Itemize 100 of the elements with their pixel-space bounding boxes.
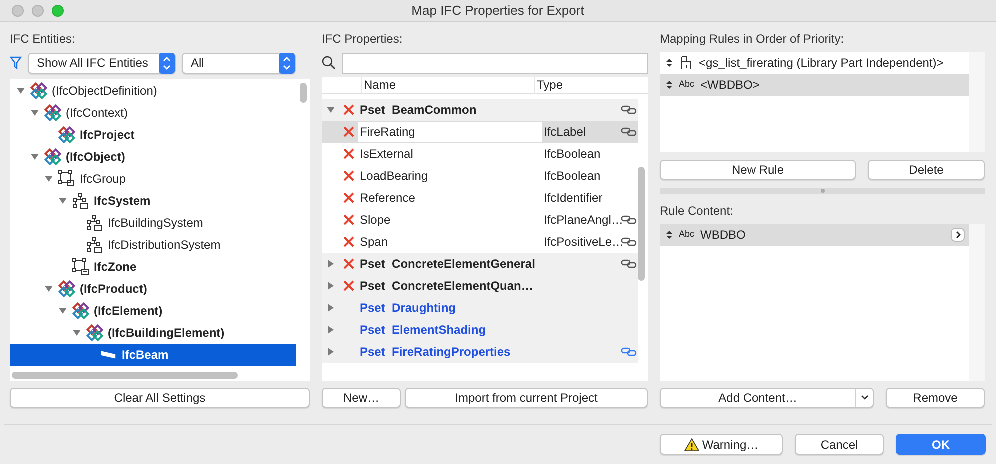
collapse-triangle-icon[interactable]	[58, 306, 68, 316]
collapse-triangle-icon[interactable]	[30, 152, 40, 162]
table-row[interactable]: FireRating IfcLabel	[322, 121, 638, 143]
table-cell-text: Pset_ConcreteElementGeneral	[359, 256, 536, 273]
table-row[interactable]: Pset_Draughting	[322, 297, 638, 319]
import-button[interactable]: Import from current Project	[405, 388, 648, 408]
filter-dropdown[interactable]: Show All IFC Entities	[28, 52, 176, 74]
chevron-right-icon	[951, 228, 965, 242]
table-cell-text: LoadBearing	[359, 168, 430, 185]
interlocked-rings-icon	[44, 104, 62, 122]
table-cell-text: IfcPlaneAngl…	[543, 212, 620, 229]
table-row[interactable]: Pset_ConcreteElementGeneral	[322, 253, 638, 275]
reorder-arrows-icon	[666, 58, 673, 68]
tree-item[interactable]: (IfcProduct)	[10, 278, 296, 300]
tree-item[interactable]: (IfcObjectDefinition)	[10, 80, 296, 102]
collapse-triangle-icon[interactable]	[44, 284, 54, 294]
reorder-arrows-icon	[666, 230, 673, 240]
table-cell-text: Span	[359, 234, 390, 251]
interlocked-rings-icon	[30, 82, 48, 100]
remove-button[interactable]: Remove	[886, 388, 985, 408]
chevron-down-icon	[860, 395, 868, 401]
table-cell-text: IfcPositiveLe…	[543, 234, 620, 251]
interlocked-rings-icon	[44, 148, 62, 166]
warning-icon	[684, 438, 700, 452]
table-cell-text: Reference	[359, 190, 416, 207]
tree-item[interactable]: IfcZone	[10, 256, 296, 278]
delete-button[interactable]: Delete	[868, 160, 985, 180]
network-nodes-icon	[72, 192, 90, 210]
column-header[interactable]: Type	[534, 77, 614, 94]
clear-all-settings-button[interactable]: Clear All Settings	[10, 388, 310, 408]
interlocked-rings-icon	[72, 302, 90, 320]
network-nodes-icon	[86, 236, 104, 254]
tree-item[interactable]: IfcGroup	[10, 168, 296, 190]
tree-item[interactable]: (IfcElement)	[10, 300, 296, 322]
table-cell-text: Pset_FireRatingProperties	[359, 344, 512, 361]
collapse-triangle-icon[interactable]	[44, 174, 54, 184]
chair-icon	[679, 56, 693, 70]
panel-label: Mapping Rules in Order of Priority:	[660, 32, 846, 46]
ok-button[interactable]: OK	[896, 434, 986, 455]
tree-item[interactable]: IfcProject	[10, 124, 296, 146]
table-cell-text: Pset_ElementShading	[359, 322, 488, 339]
cancel-button[interactable]: Cancel	[795, 434, 884, 455]
new-button[interactable]: New…	[322, 388, 401, 408]
add-content-button[interactable]: Add Content…	[660, 388, 874, 408]
list-item[interactable]: Abc WBDBO	[660, 224, 969, 246]
filter-icon	[10, 56, 22, 70]
search-icon	[322, 56, 336, 70]
warning-button[interactable]: Warning…	[660, 434, 783, 455]
list-item[interactable]: <gs_list_firerating (Library Part Independent)>	[660, 52, 969, 74]
tree-item[interactable]: (IfcObject)	[10, 146, 296, 168]
table-cell-text: IfcIdentifier	[543, 190, 604, 207]
panel-label: IFC Properties:	[322, 32, 404, 46]
table-cell-text: Pset_ConcreteElementQuan…	[359, 278, 534, 295]
tree-item[interactable]: IfcSystem	[10, 190, 296, 212]
table-row[interactable]: Pset_ConcreteElementQuan…	[322, 275, 638, 297]
tree-item[interactable]: (IfcContext)	[10, 102, 296, 124]
expand-triangle-icon[interactable]	[326, 347, 336, 357]
collapse-triangle-icon[interactable]	[58, 196, 68, 206]
table-row[interactable]: Pset_ElementShading	[322, 319, 638, 341]
collapse-triangle-icon[interactable]	[30, 108, 40, 118]
new-rule-button[interactable]: New Rule	[660, 160, 856, 180]
tree-item[interactable]: IfcBeam	[10, 344, 296, 366]
expand-triangle-icon[interactable]	[326, 259, 336, 269]
table-cell-text: IfcBoolean	[543, 168, 602, 185]
collapse-triangle-icon[interactable]	[16, 86, 26, 96]
text-type-label: Abc	[679, 228, 695, 242]
zone-frame-icon	[72, 258, 90, 276]
text-type-label: Abc	[679, 78, 695, 92]
scrollbar-thumb[interactable]	[638, 167, 645, 281]
search-field[interactable]	[342, 52, 648, 74]
zoom-button[interactable]	[52, 4, 64, 16]
panel-label: IFC Entities:	[10, 32, 76, 46]
tree-item[interactable]: IfcDistributionSystem	[10, 234, 296, 256]
table-row[interactable]: Pset_BeamCommon	[322, 99, 638, 121]
tree-item[interactable]: (IfcBuildingElement)	[10, 322, 296, 344]
table-cell-text: Pset_Draughting	[359, 300, 458, 317]
collapse-triangle-icon[interactable]	[72, 328, 82, 338]
interlocked-rings-icon	[58, 280, 76, 298]
stepper-arrows-icon	[279, 52, 295, 74]
scrollbar-thumb[interactable]	[300, 83, 307, 103]
table-cell-text: IfcBoolean	[543, 146, 602, 163]
expand-triangle-icon[interactable]	[326, 325, 336, 335]
expand-triangle-icon[interactable]	[326, 303, 336, 313]
interlocked-rings-icon	[86, 324, 104, 342]
collapse-triangle-icon[interactable]	[326, 105, 336, 115]
table-row[interactable]: Pset_FireRatingProperties	[322, 341, 638, 363]
group-frame-icon	[58, 170, 76, 188]
table-cell-text: Slope	[359, 212, 392, 229]
network-nodes-icon	[86, 214, 104, 232]
stepper-arrows-icon	[159, 52, 175, 74]
scrollbar-thumb[interactable]	[12, 372, 238, 379]
table-cell-text: IsExternal	[359, 146, 414, 163]
column-header[interactable]: Name	[362, 77, 534, 94]
tree-item[interactable]: IfcBuildingSystem	[10, 212, 296, 234]
panel-label: Rule Content:	[660, 204, 734, 218]
expand-triangle-icon[interactable]	[326, 281, 336, 291]
table-cell-text: Pset_BeamCommon	[359, 102, 478, 119]
scope-dropdown[interactable]: All	[182, 52, 296, 74]
list-item[interactable]: Abc <WBDBO>	[660, 74, 969, 96]
table-cell: FireRating	[358, 122, 542, 142]
